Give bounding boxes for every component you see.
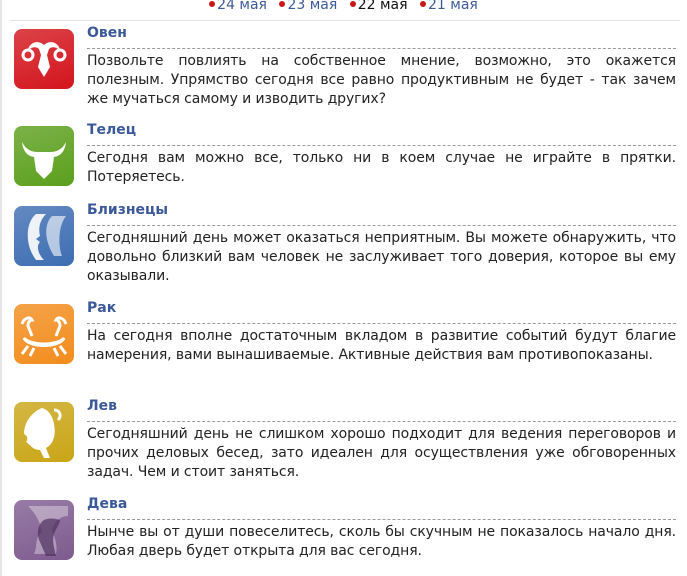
bullet-icon: [209, 1, 216, 7]
sign-title[interactable]: Рак: [87, 300, 116, 316]
leo-lion-icon[interactable]: [14, 402, 74, 462]
sign-forecast: Сегодня вам можно все, только ни в коем …: [87, 150, 676, 185]
date-link-21[interactable]: 21 мая: [420, 0, 478, 13]
date-label: 22 мая: [357, 0, 408, 13]
dashed-divider: [87, 225, 676, 226]
aries-ram-icon[interactable]: [14, 29, 74, 89]
date-current-22: 22 мая: [349, 0, 408, 13]
sign-forecast: Нынче вы от души повеселитесь, сколь бы …: [87, 524, 676, 559]
date-link-24[interactable]: 24 мая: [209, 0, 267, 13]
sign-forecast: На сегодня вполне достаточным вкладом в …: [87, 328, 676, 363]
sign-title[interactable]: Близнецы: [87, 202, 168, 218]
sign-title[interactable]: Овен: [87, 25, 127, 41]
cancer-crab-icon[interactable]: [14, 304, 74, 364]
dashed-divider: [87, 145, 676, 146]
sign-title[interactable]: Телец: [87, 122, 136, 138]
left-border: [0, 0, 2, 576]
sign-title[interactable]: Лев: [87, 398, 117, 414]
taurus-bull-icon[interactable]: [14, 126, 74, 186]
date-label: 21 мая: [428, 0, 478, 13]
bullet-icon: [279, 1, 286, 7]
dashed-divider: [87, 48, 676, 49]
date-label: 24 мая: [217, 0, 267, 13]
dashed-divider: [87, 323, 676, 324]
date-nav: 24 мая 23 мая 22 мая 21 мая: [0, 0, 687, 13]
dashed-divider: [87, 421, 676, 422]
bullet-icon: [420, 1, 426, 7]
sign-forecast: Сегодняшний день может оказаться неприят…: [87, 230, 676, 284]
sign-forecast: Позвольте повлиять на собственное мнение…: [87, 53, 676, 107]
sign-forecast: Сегодняшний день не слишком хорошо подхо…: [87, 426, 676, 480]
sign-title[interactable]: Дева: [87, 496, 127, 512]
dashed-divider: [87, 519, 676, 520]
bullet-icon: [349, 1, 356, 7]
date-link-23[interactable]: 23 мая: [279, 0, 337, 13]
divider: [10, 20, 680, 21]
date-label: 23 мая: [287, 0, 338, 13]
virgo-maiden-icon[interactable]: [14, 500, 74, 560]
gemini-twins-icon[interactable]: [14, 206, 74, 266]
